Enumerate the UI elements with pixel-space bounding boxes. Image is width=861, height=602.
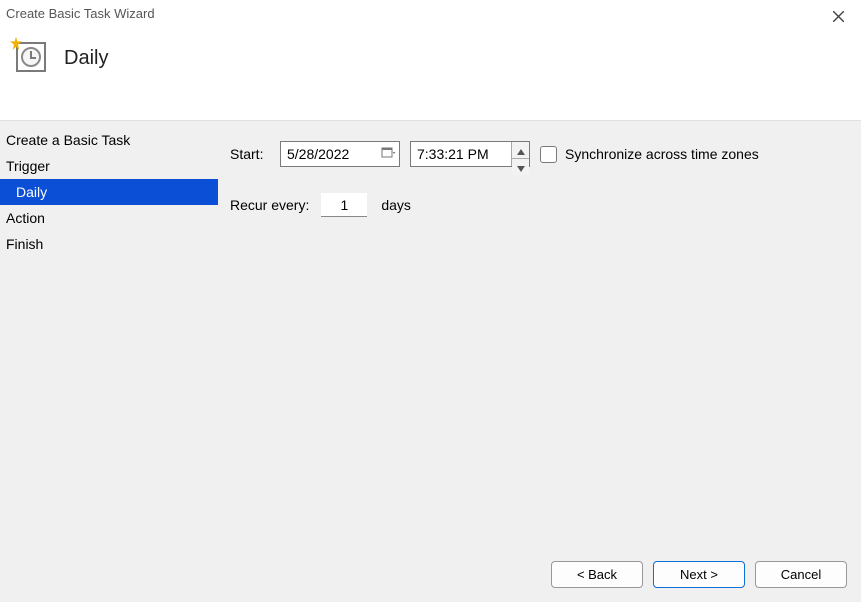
start-time-value: 7:33:21 PM (417, 146, 489, 162)
time-spin-down[interactable] (512, 159, 529, 175)
close-icon (833, 10, 844, 25)
task-wizard-icon (8, 40, 48, 76)
days-label: days (381, 197, 411, 213)
start-label: Start: (230, 146, 280, 162)
recur-every-label: Recur every: (230, 197, 309, 213)
sidebar-item-daily[interactable]: Daily (0, 179, 218, 205)
close-button[interactable] (827, 6, 849, 28)
time-spinner (511, 142, 529, 166)
window-title: Create Basic Task Wizard (6, 6, 155, 21)
sidebar-item-finish[interactable]: Finish (0, 231, 218, 257)
back-button[interactable]: < Back (551, 561, 643, 588)
wizard-steps-sidebar: Create a Basic Task Trigger Daily Action… (0, 121, 218, 602)
wizard-header: Daily (0, 28, 861, 100)
sidebar-item-create-basic-task[interactable]: Create a Basic Task (0, 127, 218, 153)
recur-every-input[interactable] (321, 193, 367, 217)
start-date-picker[interactable]: 5/28/2022 (280, 141, 400, 167)
sidebar-item-action[interactable]: Action (0, 205, 218, 231)
start-date-value: 5/28/2022 (287, 146, 349, 162)
sync-timezones-checkbox[interactable] (540, 146, 557, 163)
chevron-down-icon (517, 159, 525, 175)
cancel-button[interactable]: Cancel (755, 561, 847, 588)
calendar-dropdown-icon (381, 146, 395, 163)
start-time-picker[interactable]: 7:33:21 PM (410, 141, 530, 167)
page-title: Daily (64, 47, 108, 70)
chevron-up-icon (517, 142, 525, 158)
time-spin-up[interactable] (512, 142, 529, 159)
next-button[interactable]: Next > (653, 561, 745, 588)
sidebar-item-trigger[interactable]: Trigger (0, 153, 218, 179)
date-dropdown-button[interactable] (377, 142, 399, 166)
sync-timezones-label: Synchronize across time zones (565, 146, 759, 162)
